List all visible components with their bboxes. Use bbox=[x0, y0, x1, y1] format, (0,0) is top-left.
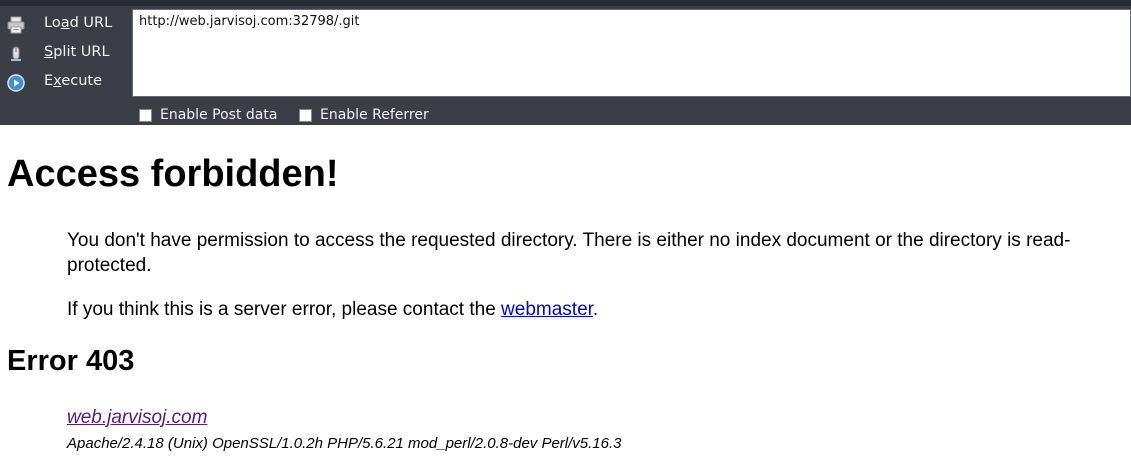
split-url-label: Split URL bbox=[44, 44, 110, 60]
split-url-button[interactable]: Split URL bbox=[0, 41, 128, 67]
webmaster-link[interactable]: webmaster bbox=[501, 299, 593, 320]
play-circle-icon bbox=[7, 74, 25, 92]
enable-post-data-label: Enable Post data bbox=[160, 107, 278, 123]
url-input[interactable]: http://web.jarvisoj.com:32798/.git bbox=[132, 9, 1131, 97]
enable-referrer-option[interactable]: Enable Referrer bbox=[299, 107, 429, 123]
enable-post-data-checkbox[interactable] bbox=[139, 108, 152, 122]
server-address-link[interactable]: web.jarvisoj.com bbox=[67, 407, 207, 429]
execute-button[interactable]: Execute bbox=[0, 70, 128, 96]
hackbar-toolbar: Load URL Split URL Execute http://web.ja… bbox=[0, 0, 1131, 125]
server-signature: Apache/2.4.18 (Unix) OpenSSL/1.0.2h PHP/… bbox=[67, 435, 622, 452]
enable-post-data-option[interactable]: Enable Post data bbox=[139, 107, 277, 123]
enable-referrer-checkbox[interactable] bbox=[299, 108, 312, 122]
contact-message: If you think this is a server error, ple… bbox=[67, 299, 599, 320]
printer-icon bbox=[7, 16, 25, 34]
page-title: Access forbidden! bbox=[7, 153, 339, 195]
mouse-icon bbox=[7, 45, 25, 63]
execute-label: Execute bbox=[44, 73, 103, 89]
error-code-heading: Error 403 bbox=[7, 345, 135, 377]
load-url-button[interactable]: Load URL bbox=[0, 12, 128, 38]
permission-message: You don't have permission to access the … bbox=[67, 230, 1071, 276]
load-url-label: Load URL bbox=[44, 15, 113, 31]
enable-referrer-label: Enable Referrer bbox=[320, 107, 429, 123]
